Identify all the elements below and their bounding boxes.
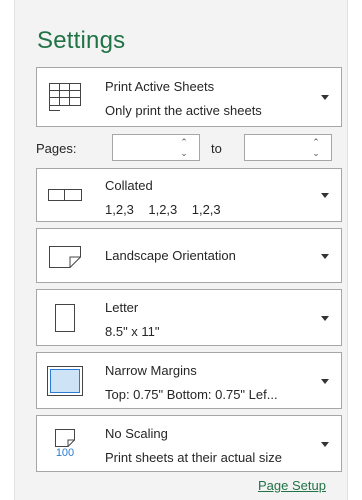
caret-up-icon[interactable]: ⌃ xyxy=(179,138,189,147)
collated-pages-icon xyxy=(37,169,93,221)
orientation-label: Landscape Orientation xyxy=(105,248,236,263)
paper-size-label: Letter xyxy=(105,300,139,315)
collation-dropdown[interactable]: Collated 1,2,3 1,2,3 1,2,3 xyxy=(36,168,342,222)
caret-down-icon[interactable]: ⌄ xyxy=(179,149,189,158)
margins-label: Narrow Margins xyxy=(105,363,197,378)
chevron-down-icon xyxy=(321,253,329,259)
collation-label: Collated xyxy=(105,178,153,193)
chevron-down-icon xyxy=(321,193,329,198)
pages-to-stepper[interactable]: ⌃ ⌄ xyxy=(244,134,332,161)
chevron-down-icon xyxy=(321,95,329,100)
settings-title: Settings xyxy=(37,27,126,54)
orientation-dropdown[interactable]: Landscape Orientation xyxy=(36,228,342,283)
scaling-icon-text: 100 xyxy=(55,447,75,459)
page-setup-link[interactable]: Page Setup xyxy=(258,478,326,493)
to-label: to xyxy=(211,141,222,156)
pages-range: Pages: ⌃ ⌄ to ⌃ ⌄ xyxy=(36,134,342,162)
landscape-page-icon xyxy=(37,229,93,282)
sheet-grid-icon xyxy=(37,68,93,126)
print-what-dropdown[interactable]: Print Active Sheets Only print the activ… xyxy=(36,67,342,127)
scaling-label: No Scaling xyxy=(105,426,168,441)
print-what-label: Print Active Sheets xyxy=(105,79,215,94)
print-what-description: Only print the active sheets xyxy=(105,103,262,118)
chevron-down-icon xyxy=(321,441,329,447)
margins-description: Top: 0.75" Bottom: 0.75" Lef... xyxy=(105,387,278,402)
chevron-down-icon xyxy=(321,378,329,384)
chevron-down-icon xyxy=(321,315,329,321)
caret-up-icon[interactable]: ⌃ xyxy=(311,138,321,147)
print-settings-panel: Settings Print Active Sheets Only print … xyxy=(14,0,348,500)
paper-size-description: 8.5" x 11" xyxy=(105,324,160,339)
pages-label: Pages: xyxy=(36,141,77,156)
collation-description: 1,2,3 1,2,3 1,2,3 xyxy=(105,202,221,217)
paper-size-dropdown[interactable]: Letter 8.5" x 11" xyxy=(36,289,342,346)
pages-from-stepper[interactable]: ⌃ ⌄ xyxy=(112,134,200,161)
scaling-description: Print sheets at their actual size xyxy=(105,450,283,465)
margins-icon xyxy=(37,353,93,408)
scaling-icon: 100 xyxy=(37,416,93,471)
scaling-dropdown[interactable]: 100 No Scaling Print sheets at their act… xyxy=(36,415,342,472)
caret-down-icon[interactable]: ⌄ xyxy=(311,149,321,158)
margins-dropdown[interactable]: Narrow Margins Top: 0.75" Bottom: 0.75" … xyxy=(36,352,342,409)
portrait-page-icon xyxy=(37,290,93,345)
